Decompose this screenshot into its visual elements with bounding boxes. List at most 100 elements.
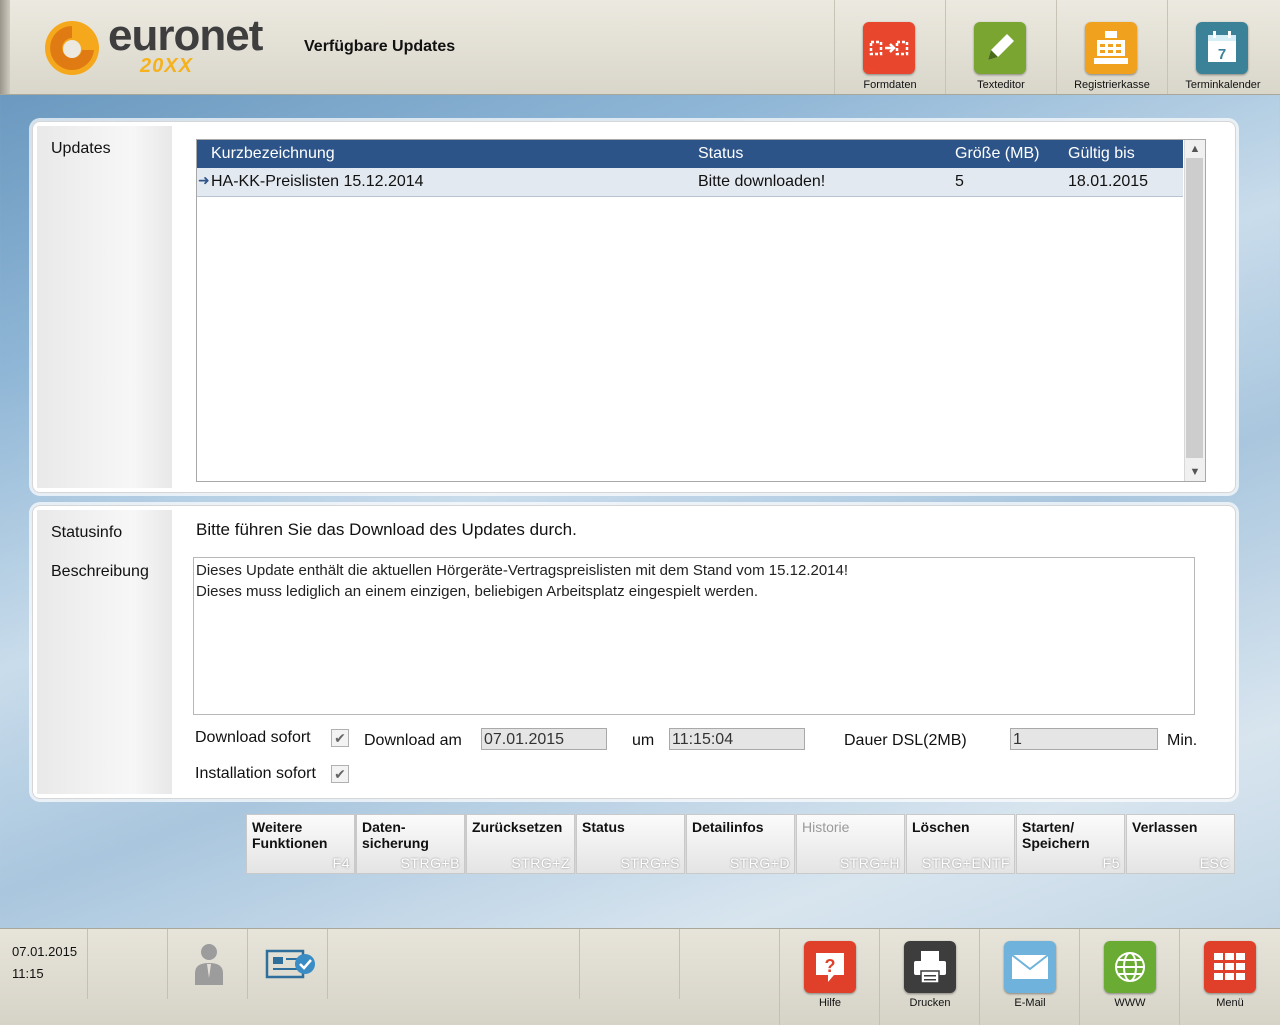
download-now-label: Download sofort (195, 729, 311, 746)
footer-date: 07.01.2015 (12, 944, 78, 959)
brand-name: euronet (108, 11, 263, 60)
description-line: Dieses muss lediglich an einem einzigen,… (196, 583, 758, 600)
scroll-down-icon[interactable]: ▼ (1185, 463, 1205, 481)
pencil-icon (974, 22, 1026, 74)
menue-label: Menü (1216, 997, 1244, 1009)
statusinfo-label: Statusinfo (51, 524, 123, 541)
hilfe-button[interactable]: ? Hilfe (779, 929, 880, 1025)
fn-label: Zurücksetzen (472, 819, 563, 835)
cell-size: 5 (955, 173, 964, 190)
install-now-checkbox[interactable]: ✔ (331, 765, 349, 783)
mail-icon (1004, 941, 1056, 993)
registrierkasse-label: Registrierkasse (1074, 79, 1150, 91)
fn-shortcut: STRG+H (839, 855, 900, 871)
fn-shortcut: F5 (1102, 855, 1120, 871)
download-date-field[interactable]: 07.01.2015 (481, 728, 607, 750)
fn-shortcut: STRG+D (729, 855, 790, 871)
www-button[interactable]: WWW (1079, 929, 1180, 1025)
email-label: E-Mail (1014, 997, 1046, 1009)
updates-label: Updates (51, 140, 111, 157)
verlassen-button[interactable]: Verlassen ESC (1126, 814, 1235, 874)
fn-label: Starten/ (1022, 819, 1075, 835)
workstation-check-icon[interactable] (265, 947, 317, 987)
fn-label: Verlassen (1132, 819, 1198, 835)
weitere-funktionen-button[interactable]: Weitere Funktionen F4 (246, 814, 355, 874)
empty-cell (580, 929, 680, 999)
historie-button[interactable]: Historie STRG+H (796, 814, 905, 874)
download-time-field[interactable]: 11:15:04 (669, 728, 805, 750)
duration-label: Dauer DSL(2MB) (844, 732, 967, 749)
user-cell[interactable] (168, 929, 248, 999)
detailinfos-button[interactable]: Detailinfos STRG+D (686, 814, 795, 874)
duration-unit: Min. (1167, 732, 1198, 749)
table-scrollbar[interactable]: ▲ ▼ (1184, 140, 1205, 481)
description-line: Dieses Update enthält die aktuellen Hörg… (196, 562, 849, 579)
download-now-checkbox[interactable]: ✔ (331, 729, 349, 747)
svg-text:?: ? (825, 956, 836, 976)
user-icon[interactable] (194, 943, 224, 985)
app-header: euronet 20XX Verfügbare Updates Formdate… (0, 0, 1280, 95)
loeschen-button[interactable]: Löschen STRG+ENTF (906, 814, 1015, 874)
fn-label: Speichern (1022, 835, 1090, 851)
brand-subtitle: 20XX (140, 55, 193, 77)
fn-label: Detailinfos (692, 819, 764, 835)
fn-label: Weitere (252, 819, 303, 835)
scroll-thumb[interactable] (1186, 158, 1203, 458)
registrierkasse-button[interactable]: Registrierkasse (1056, 0, 1167, 94)
footer-time: 11:15 (12, 966, 44, 981)
cell-name: HA-KK-Preislisten 15.12.2014 (211, 173, 424, 190)
zuruecksetzen-button[interactable]: Zurücksetzen STRG+Z (466, 814, 575, 874)
fn-label: sicherung (362, 835, 429, 851)
formdaten-label: Formdaten (863, 79, 917, 91)
fn-shortcut: ESC (1199, 855, 1230, 871)
column-kurzbezeichnung[interactable]: Kurzbezeichnung (211, 145, 335, 163)
fn-shortcut: STRG+S (620, 855, 680, 871)
updates-table[interactable]: Kurzbezeichnung Status Größe (MB) Gültig… (196, 139, 1206, 482)
formdaten-button[interactable]: Formdaten (834, 0, 945, 94)
calendar-day: 7 (1218, 46, 1226, 63)
menu-grid-icon (1204, 941, 1256, 993)
menue-button[interactable]: Menü (1179, 929, 1280, 1025)
column-gueltig-bis[interactable]: Gültig bis (1068, 145, 1135, 163)
column-groesse[interactable]: Größe (MB) (955, 145, 1039, 163)
column-status[interactable]: Status (698, 145, 743, 163)
install-now-label: Installation sofort (195, 765, 316, 782)
fn-shortcut: F4 (332, 855, 350, 871)
table-row[interactable]: ➜ HA-KK-Preislisten 15.12.2014 Bitte dow… (197, 168, 1183, 197)
fn-shortcut: STRG+Z (511, 855, 570, 871)
cash-register-icon (1085, 22, 1137, 74)
hilfe-label: Hilfe (818, 997, 841, 1009)
cell-valid-until: 18.01.2015 (1068, 173, 1149, 190)
updates-panel: Updates Kurzbezeichnung Status Größe (MB… (32, 121, 1236, 493)
settings-cell[interactable] (248, 929, 328, 999)
header-edge (0, 0, 10, 94)
texteditor-button[interactable]: Texteditor (945, 0, 1056, 94)
um-label: um (632, 732, 655, 749)
euronet-logo-icon (44, 20, 100, 76)
function-bar: Weitere Funktionen F4 Daten-sicherung STR… (246, 814, 1235, 874)
terminkalender-button[interactable]: 7 Terminkalender (1167, 0, 1278, 94)
starten-speichern-button[interactable]: Starten/Speichern F5 (1016, 814, 1125, 874)
terminkalender-label: Terminkalender (1185, 79, 1261, 91)
fn-label: Löschen (912, 819, 970, 835)
fn-shortcut: STRG+ENTF (921, 855, 1010, 871)
datensicherung-button[interactable]: Daten-sicherung STRG+B (356, 814, 465, 874)
status-button[interactable]: Status STRG+S (576, 814, 685, 874)
download-at-label: Download am (364, 732, 462, 749)
empty-cell (480, 929, 580, 999)
drucken-button[interactable]: Drucken (879, 929, 980, 1025)
scroll-up-icon[interactable]: ▲ (1185, 140, 1205, 158)
description-box[interactable]: Dieses Update enthält die aktuellen Hörg… (193, 557, 1195, 715)
app-footer: 07.01.2015 11:15 ? Hilfe Drucken E-Mail (0, 928, 1280, 1025)
page-title: Verfügbare Updates (304, 38, 456, 55)
email-button[interactable]: E-Mail (979, 929, 1080, 1025)
texteditor-label: Texteditor (977, 79, 1025, 91)
duration-field: 1 (1010, 728, 1158, 750)
fn-label: Funktionen (252, 835, 328, 851)
fn-label: Historie (802, 819, 850, 835)
form-data-icon (863, 22, 915, 74)
empty-cell (88, 929, 168, 999)
updates-side: Updates (37, 126, 172, 488)
drucken-label: Drucken (909, 997, 951, 1009)
cell-status: Bitte downloaden! (698, 173, 826, 190)
